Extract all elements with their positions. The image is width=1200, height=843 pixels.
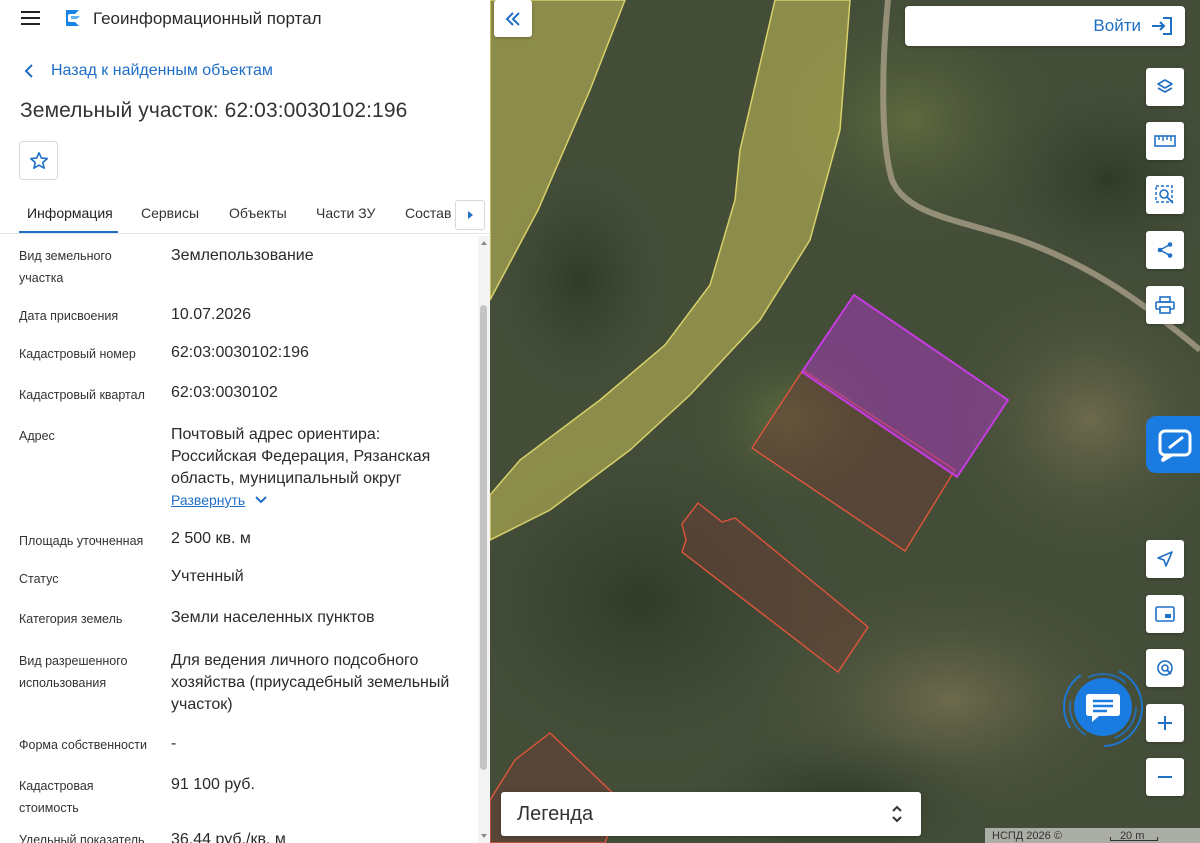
chevron-down-icon <box>255 496 267 504</box>
page-title: Земельный участок: 62:03:0030102:196 <box>20 99 408 122</box>
share-icon <box>1157 242 1173 258</box>
attribute-value[interactable]: Почтовый адрес ориентира: Российская Фед… <box>171 424 466 490</box>
sign-in-icon <box>1152 17 1172 35</box>
attribute-value[interactable]: Земли населенных пунктов <box>171 607 471 629</box>
top-bar: Геоинформационный портал <box>0 0 490 36</box>
area-select-button[interactable] <box>1146 176 1184 214</box>
map-attribution: НСПД 2026 © 20 m <box>985 828 1200 843</box>
active-tab-indicator <box>19 231 118 233</box>
select-area-icon <box>1155 185 1174 204</box>
back-to-results-link[interactable]: Назад к найденным объектам <box>24 62 273 80</box>
star-icon <box>29 151 48 169</box>
layers-button[interactable] <box>1146 68 1184 106</box>
minimap-icon <box>1155 606 1175 622</box>
scroll-down-arrow-icon[interactable] <box>478 829 490 843</box>
attribute-value[interactable]: 91 100 руб. <box>171 774 471 796</box>
legend-panel[interactable]: Легенда <box>501 792 921 836</box>
measure-button[interactable] <box>1146 122 1184 160</box>
attributes-list: Вид земельного участка Землепользование … <box>0 235 478 843</box>
attribute-label: Адрес <box>19 429 55 443</box>
attribute-label: Кадастровый квартал <box>19 388 145 402</box>
attribute-label: Удельный показатель <box>19 833 145 843</box>
tab-information[interactable]: Информация <box>27 205 113 221</box>
attribute-label: Площадь уточненная <box>19 534 144 548</box>
attribute-label: Вид разрешенного использования <box>19 654 128 690</box>
attribute-label: Форма собственности <box>19 738 147 752</box>
tab-bar: Информация Сервисы Объекты Части ЗУ Сост… <box>0 194 490 234</box>
chat-button[interactable] <box>1062 666 1144 748</box>
layers-icon <box>1157 79 1173 93</box>
tab-composition[interactable]: Состав <box>405 205 451 221</box>
scale-bar: 20 m <box>1109 830 1158 842</box>
favorite-button[interactable] <box>19 141 58 180</box>
my-location-button[interactable] <box>1146 540 1184 578</box>
portal-logo-icon <box>66 10 80 26</box>
attribute-label: Кадастровая стоимость <box>19 779 94 815</box>
app-title: Геоинформационный портал <box>93 9 322 28</box>
back-link-label: Назад к найденным объектам <box>51 62 273 79</box>
info-panel: Геоинформационный портал Назад к найденн… <box>0 0 490 843</box>
attribute-label: Кадастровый номер <box>19 347 136 361</box>
zoom-in-icon <box>1158 716 1172 730</box>
attribute-label: Вид земельного участка <box>19 249 112 285</box>
zoom-in-button[interactable] <box>1146 704 1184 742</box>
attribute-value[interactable]: Землепользование <box>171 245 471 267</box>
menu-icon[interactable] <box>21 11 40 25</box>
attribute-value[interactable]: Для ведения личного подсобного хозяйства… <box>171 650 471 716</box>
scroll-up-arrow-icon[interactable] <box>478 236 490 250</box>
locate-icon <box>1157 551 1173 567</box>
attribute-value[interactable]: - <box>171 733 471 755</box>
tabs-scroll-right-button[interactable] <box>455 200 485 230</box>
attribute-value[interactable]: 36,44 руб./кв. м <box>171 829 471 843</box>
print-icon <box>1155 296 1175 314</box>
tab-objects[interactable]: Объекты <box>229 205 287 221</box>
double-chevron-left-icon <box>505 11 520 26</box>
zoom-out-button[interactable] <box>1146 758 1184 796</box>
expand-label: Развернуть <box>171 492 246 508</box>
location-search-icon <box>1157 660 1173 676</box>
expand-collapse-icon[interactable] <box>891 804 903 824</box>
zoom-out-icon <box>1158 776 1172 778</box>
attribute-value[interactable]: 62:03:0030102 <box>171 382 471 404</box>
attribute-label: Дата присвоения <box>19 309 119 323</box>
minimap-button[interactable] <box>1146 595 1184 633</box>
caret-right-icon <box>468 211 473 219</box>
attribute-label: Статус <box>19 572 59 586</box>
login-button[interactable]: Войти <box>905 6 1185 46</box>
ruler-icon <box>1154 135 1176 147</box>
attribute-label: Категория земель <box>19 612 123 626</box>
attribute-value[interactable]: 2 500 кв. м <box>171 528 471 550</box>
chevron-left-icon <box>24 64 33 78</box>
search-location-button[interactable] <box>1146 649 1184 687</box>
attribution-text: НСПД 2026 © <box>992 829 1062 842</box>
login-label: Войти <box>1093 16 1141 35</box>
scale-bar-line <box>1109 836 1158 841</box>
scrollbar-thumb[interactable] <box>480 305 487 770</box>
attribute-value[interactable]: 10.07.2026 <box>171 304 471 326</box>
map-chat-icon <box>1158 429 1192 462</box>
legend-label: Легенда <box>517 802 594 825</box>
print-button[interactable] <box>1146 286 1184 324</box>
expand-address-link[interactable]: Развернуть <box>171 492 267 508</box>
tab-parts[interactable]: Части ЗУ <box>316 205 375 221</box>
share-button[interactable] <box>1146 231 1184 269</box>
attribute-value[interactable]: Учтенный <box>171 566 471 588</box>
map-mode-tab[interactable] <box>1146 416 1200 473</box>
attribute-value[interactable]: 62:03:0030102:196 <box>171 342 471 364</box>
tab-services[interactable]: Сервисы <box>141 205 199 221</box>
collapse-panel-button[interactable] <box>494 0 532 37</box>
